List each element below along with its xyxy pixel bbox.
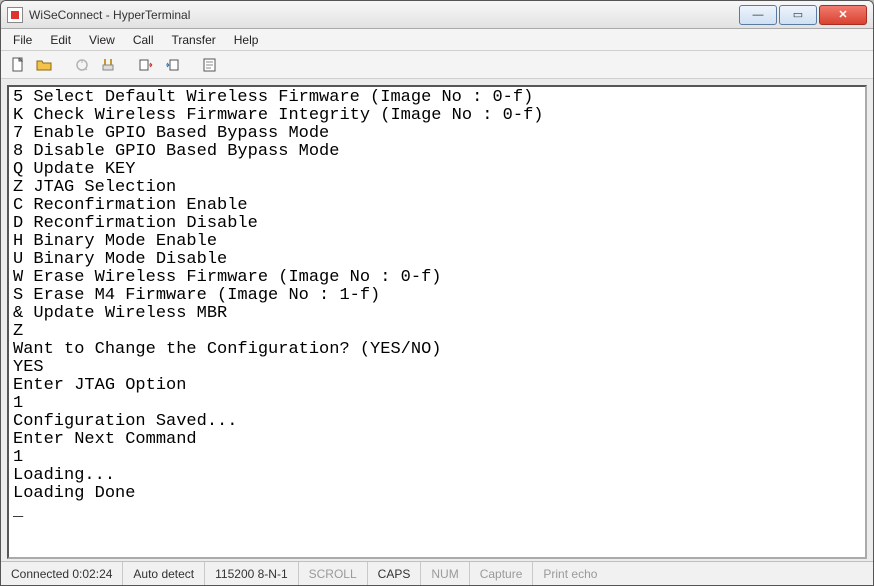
menu-edit[interactable]: Edit xyxy=(42,31,79,49)
menu-file[interactable]: File xyxy=(5,31,40,49)
window-title: WiSeConnect - HyperTerminal xyxy=(29,8,739,22)
maximize-button[interactable]: ▭ xyxy=(779,5,817,25)
status-scroll: SCROLL xyxy=(299,562,368,585)
close-button[interactable]: ✕ xyxy=(819,5,867,25)
receive-icon[interactable] xyxy=(161,54,183,76)
status-connected: Connected 0:02:24 xyxy=(1,562,123,585)
properties-icon[interactable] xyxy=(199,54,221,76)
title-bar[interactable]: WiSeConnect - HyperTerminal — ▭ ✕ xyxy=(1,1,873,29)
terminal-frame: 5 Select Default Wireless Firmware (Imag… xyxy=(7,85,867,559)
terminal-output[interactable]: 5 Select Default Wireless Firmware (Imag… xyxy=(9,87,865,523)
status-printecho: Print echo xyxy=(533,562,873,585)
client-area: 5 Select Default Wireless Firmware (Imag… xyxy=(1,79,873,561)
menu-call[interactable]: Call xyxy=(125,31,162,49)
new-file-icon[interactable] xyxy=(7,54,29,76)
minimize-button[interactable]: — xyxy=(739,5,777,25)
status-baud: 115200 8-N-1 xyxy=(205,562,299,585)
status-bar: Connected 0:02:24 Auto detect 115200 8-N… xyxy=(1,561,873,585)
app-window: WiSeConnect - HyperTerminal — ▭ ✕ File E… xyxy=(0,0,874,586)
send-icon[interactable] xyxy=(135,54,157,76)
disconnect-icon[interactable] xyxy=(97,54,119,76)
menu-view[interactable]: View xyxy=(81,31,123,49)
menu-bar: File Edit View Call Transfer Help xyxy=(1,29,873,51)
menu-help[interactable]: Help xyxy=(226,31,267,49)
window-controls: — ▭ ✕ xyxy=(739,5,867,25)
menu-transfer[interactable]: Transfer xyxy=(164,31,224,49)
open-file-icon[interactable] xyxy=(33,54,55,76)
status-num: NUM xyxy=(421,562,469,585)
status-detect: Auto detect xyxy=(123,562,205,585)
app-icon xyxy=(7,7,23,23)
connect-icon[interactable] xyxy=(71,54,93,76)
status-caps: CAPS xyxy=(368,562,422,585)
toolbar xyxy=(1,51,873,79)
status-capture: Capture xyxy=(470,562,534,585)
